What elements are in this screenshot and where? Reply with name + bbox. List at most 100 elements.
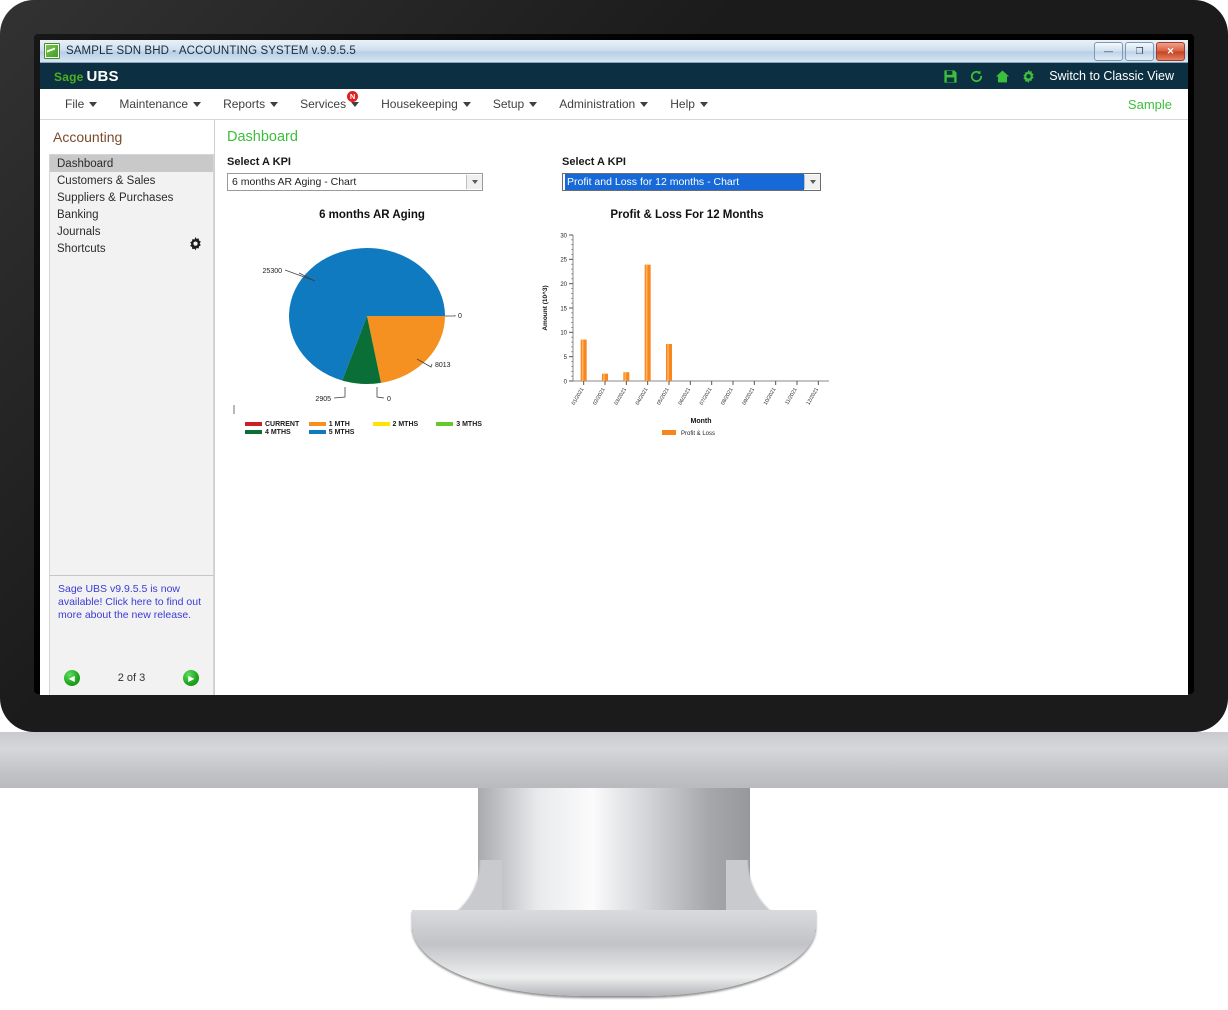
x-axis-tick-label: 07/2021 bbox=[699, 387, 714, 406]
application-window: SAMPLE SDN BHD - ACCOUNTING SYSTEM v.9.9… bbox=[40, 40, 1188, 695]
menu-item-setup[interactable]: Setup bbox=[482, 89, 548, 119]
sidebar-item-customers-sales[interactable]: Customers & Sales bbox=[50, 172, 213, 189]
chevron-down-icon bbox=[529, 101, 538, 107]
news-panel[interactable]: Sage UBS v9.9.5.5 is now available! Clic… bbox=[49, 575, 214, 695]
x-axis-title: Month bbox=[691, 418, 712, 425]
window-titlebar: SAMPLE SDN BHD - ACCOUNTING SYSTEM v.9.9… bbox=[40, 40, 1188, 63]
menu-item-file[interactable]: File bbox=[54, 89, 108, 119]
pie-leader-line bbox=[376, 387, 385, 399]
kpi-right-dropdown[interactable]: Profit and Loss for 12 months - Chart bbox=[562, 173, 821, 191]
legend-item-3mths: 3 MTHS bbox=[436, 420, 500, 428]
news-prev-button[interactable]: ◀ bbox=[63, 670, 80, 686]
menu-item-label: File bbox=[65, 97, 85, 111]
legend-swatch-2mths bbox=[372, 422, 390, 426]
sidebar-item-label: Banking bbox=[57, 208, 99, 221]
x-axis-tick-label: 09/2021 bbox=[741, 387, 756, 406]
legend-label: 1 MTH bbox=[328, 420, 350, 428]
close-button[interactable]: ✕ bbox=[1156, 42, 1185, 61]
bar bbox=[666, 344, 672, 381]
legend-item-4mths: 4 MTHS bbox=[245, 428, 309, 436]
legend-label: 2 MTHS bbox=[392, 420, 419, 428]
legend-swatch-profit-loss bbox=[662, 430, 676, 435]
menu-item-label: Help bbox=[670, 97, 695, 111]
legend-label: 5 MTHS bbox=[328, 428, 355, 436]
menu-item-administration[interactable]: Administration bbox=[548, 89, 659, 119]
pie-data-label: 0 bbox=[387, 396, 391, 403]
refresh-icon[interactable] bbox=[969, 69, 984, 84]
main-content: Dashboard Select A KPI 6 months AR Aging… bbox=[215, 120, 1188, 695]
legend-swatch-5mths bbox=[308, 430, 326, 434]
chevron-down-icon bbox=[699, 101, 708, 107]
chevron-down-icon bbox=[89, 101, 98, 107]
kpi-selector-row: Select A KPI 6 months AR Aging - Chart S… bbox=[227, 156, 1188, 191]
chevron-down-icon[interactable] bbox=[466, 175, 482, 189]
y-axis-tick-label: 0 bbox=[564, 379, 568, 385]
ar-aging-chart-panel: 6 months AR Aging 25300 0 8013 0 2905 CURREN… bbox=[227, 209, 517, 454]
ar-aging-chart-title: 6 months AR Aging bbox=[319, 209, 425, 221]
y-axis-tick-label: 5 bbox=[564, 355, 568, 361]
legend-label: Profit & Loss bbox=[681, 431, 715, 437]
legend-swatch-4mths bbox=[245, 430, 262, 434]
pie-leader-line bbox=[333, 387, 346, 399]
sidebar-item-label: Suppliers & Purchases bbox=[57, 191, 174, 204]
menu-item-maintenance[interactable]: Maintenance bbox=[108, 89, 212, 119]
x-axis-tick-label: 08/2021 bbox=[720, 387, 735, 406]
save-icon[interactable] bbox=[943, 69, 958, 84]
new-badge: N bbox=[347, 91, 359, 102]
close-icon: ✕ bbox=[1166, 46, 1175, 56]
restore-icon: ❐ bbox=[1135, 46, 1144, 56]
menu-item-label: Housekeeping bbox=[381, 97, 458, 111]
news-next-button[interactable]: ▶ bbox=[183, 670, 200, 686]
app-body: Accounting Dashboard Customers & Sales S… bbox=[40, 120, 1188, 695]
profit-loss-chart-title: Profit & Loss For 12 Months bbox=[610, 209, 764, 221]
minimize-button[interactable]: — bbox=[1094, 42, 1123, 61]
menu-item-label: Reports bbox=[223, 97, 266, 111]
bar bbox=[644, 264, 651, 381]
home-icon[interactable] bbox=[995, 69, 1010, 84]
chevron-down-icon bbox=[351, 101, 360, 107]
restore-button[interactable]: ❐ bbox=[1125, 42, 1154, 61]
legend-label: 3 MTHS bbox=[456, 420, 482, 428]
menu-item-label: Administration bbox=[559, 97, 636, 111]
chevron-right-icon: ▶ bbox=[188, 673, 195, 683]
switch-to-classic-view-link[interactable]: Switch to Classic View bbox=[1049, 69, 1174, 83]
chevron-down-icon[interactable] bbox=[804, 175, 820, 189]
y-axis-tick-label: 30 bbox=[560, 233, 567, 239]
y-axis-tick-label: 10 bbox=[560, 331, 567, 337]
kpi-left-dropdown[interactable]: 6 months AR Aging - Chart bbox=[227, 173, 483, 191]
brand-bar-actions: Switch to Classic View bbox=[943, 69, 1180, 84]
monitor-stand-base bbox=[412, 910, 816, 996]
bar bbox=[602, 373, 608, 381]
sidebar-item-banking[interactable]: Banking bbox=[50, 206, 213, 223]
sidebar-item-suppliers-purchases[interactable]: Suppliers & Purchases bbox=[50, 189, 213, 206]
news-text[interactable]: Sage UBS v9.9.5.5 is now available! Clic… bbox=[58, 583, 205, 622]
pie-data-label: 2905 bbox=[315, 396, 331, 403]
menu-item-label: Setup bbox=[492, 97, 525, 111]
y-axis-tick-label: 15 bbox=[560, 306, 567, 312]
chevron-down-icon bbox=[270, 101, 279, 107]
x-axis-tick-label: 02/2021 bbox=[592, 387, 607, 406]
sidebar-item-label: Journals bbox=[57, 225, 101, 238]
sidebar-title: Accounting bbox=[53, 129, 123, 145]
charts-row: 6 months AR Aging 25300 0 8013 0 2905 CURREN… bbox=[227, 209, 1188, 454]
menu-item-reports[interactable]: Reports bbox=[212, 89, 289, 119]
menu-item-help[interactable]: Help bbox=[659, 89, 719, 119]
y-axis-tick-label: 25 bbox=[560, 258, 567, 264]
pie-data-label: 25300 bbox=[263, 268, 283, 275]
legend-item-1mth: 1 MTH bbox=[308, 420, 373, 428]
gear-icon[interactable] bbox=[187, 236, 204, 253]
legend-swatch-1mth bbox=[308, 422, 326, 426]
company-name-label: Sample bbox=[1127, 96, 1172, 112]
x-axis-tick-label: 11/2021 bbox=[784, 387, 798, 406]
pie-leader-line bbox=[445, 315, 456, 317]
sidebar-item-label: Shortcuts bbox=[57, 242, 106, 255]
legend-label: CURRENT bbox=[265, 420, 300, 428]
settings-icon[interactable] bbox=[1021, 69, 1036, 84]
chart-axes bbox=[572, 235, 829, 382]
page-title: Dashboard bbox=[227, 129, 298, 145]
menu-item-housekeeping[interactable]: Housekeeping bbox=[370, 89, 482, 119]
sidebar-item-dashboard[interactable]: Dashboard bbox=[50, 155, 213, 172]
menu-item-label: Services bbox=[300, 97, 347, 111]
menu-item-services[interactable]: Services N bbox=[289, 89, 370, 119]
brand-bar: Sage UBS Switch to Classic View bbox=[40, 63, 1188, 89]
